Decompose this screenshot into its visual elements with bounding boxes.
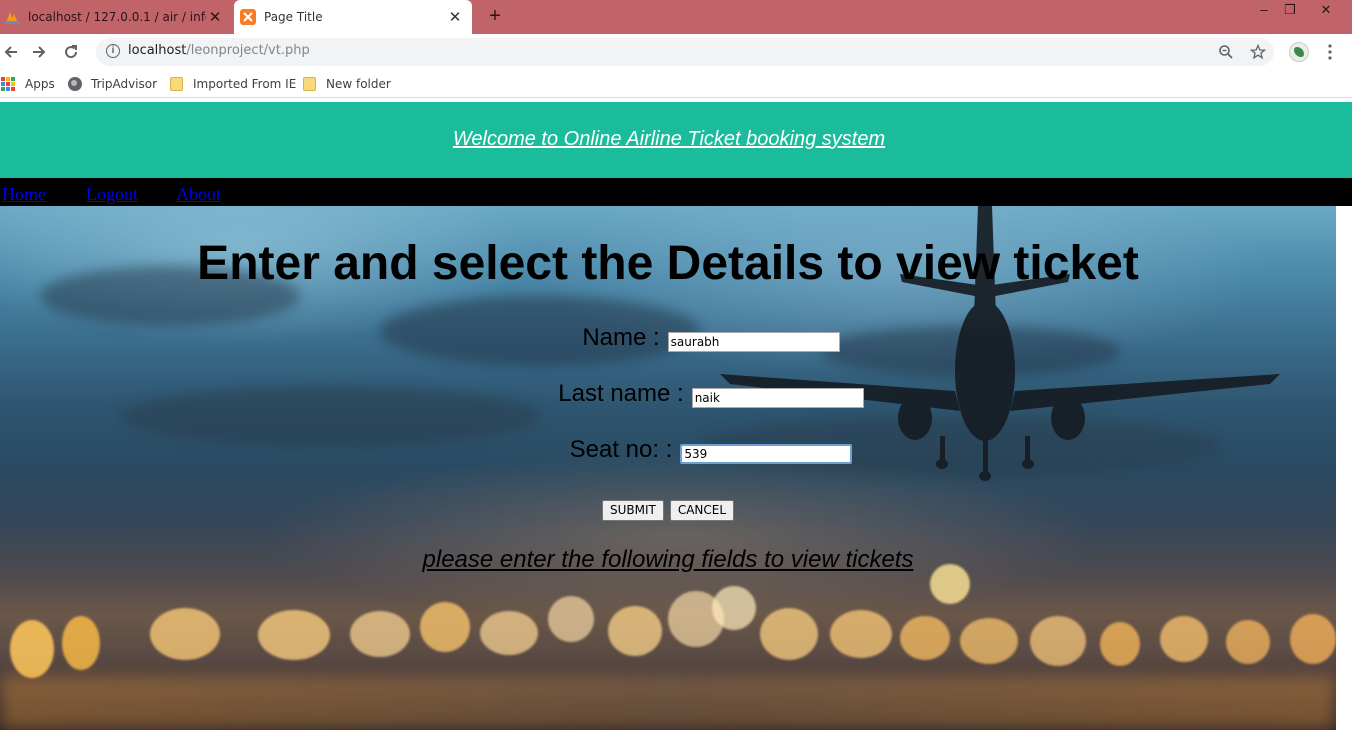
new-tab-button[interactable]: + [484, 5, 506, 27]
xampp-icon [240, 9, 256, 25]
profile-avatar[interactable] [1289, 42, 1309, 62]
folder-icon [303, 77, 316, 91]
submit-button[interactable]: SUBMIT [601, 500, 664, 521]
apps-grid-icon [1, 77, 15, 91]
tab-page-title[interactable]: Page Title ✕ [234, 0, 472, 34]
tab-title: Page Title [264, 10, 323, 24]
nav-link-about[interactable]: About [176, 184, 221, 205]
nav-link-logout[interactable]: Logout [86, 184, 138, 205]
cancel-button[interactable]: CANCEL [669, 500, 735, 521]
browser-toolbar: i localhost/leonproject/vt.php [0, 34, 1352, 70]
phpmyadmin-icon [4, 9, 20, 25]
seat-no-input[interactable] [680, 444, 853, 464]
bookmark-new-folder[interactable]: New folder [303, 75, 391, 93]
scrollbar-gutter [1336, 206, 1352, 730]
tab-close-icon[interactable]: ✕ [446, 8, 464, 26]
ticket-form: Enter and select the Details to view tic… [0, 206, 1336, 730]
site-header: Welcome to Online Airline Ticket booking… [0, 102, 1352, 178]
url-text[interactable]: localhost/leonproject/vt.php [128, 43, 310, 58]
bookmark-label: New folder [326, 77, 391, 91]
tab-phpmyadmin[interactable]: localhost / 127.0.0.1 / air / info | p ✕ [0, 0, 232, 34]
bookmark-apps[interactable]: Apps [1, 75, 55, 93]
form-button-row: SUBMIT CANCEL [0, 500, 1336, 521]
last-name-label: Last name : [558, 380, 684, 407]
bookmark-imported-from-ie[interactable]: Imported From IE [170, 75, 296, 93]
profile-leaf-icon [1294, 47, 1304, 57]
welcome-banner[interactable]: Welcome to Online Airline Ticket booking… [0, 128, 1338, 151]
url-path: /leonproject/vt.php [186, 43, 310, 58]
nav-link-home[interactable]: Home [2, 184, 46, 205]
tab-close-icon[interactable]: ✕ [206, 8, 224, 26]
browser-tab-strip: localhost / 127.0.0.1 / air / info | p ✕… [0, 0, 1352, 34]
name-input[interactable] [667, 332, 840, 352]
forward-arrow-icon[interactable] [28, 41, 50, 63]
bookmark-label: Apps [25, 77, 55, 91]
restore-button[interactable]: ❐ [1276, 0, 1304, 22]
site-nav-bar: Home Logout About [0, 178, 1352, 206]
web-page: Welcome to Online Airline Ticket booking… [0, 102, 1352, 730]
seat-no-label: Seat no: : [569, 436, 673, 463]
tab-title: localhost / 127.0.0.1 / air / info | p [28, 10, 206, 24]
bookmark-tripadvisor[interactable]: TripAdvisor [68, 75, 157, 93]
folder-icon [170, 77, 183, 91]
more-menu-icon[interactable] [1320, 41, 1340, 63]
last-name-input[interactable] [691, 388, 864, 408]
name-field-row: Name : [0, 324, 1336, 352]
bookmark-star-icon[interactable] [1248, 42, 1268, 62]
name-label: Name : [582, 324, 660, 351]
form-instruction: please enter the following fields to vie… [422, 546, 914, 573]
bookmark-label: TripAdvisor [91, 77, 158, 91]
bookmarks-bar: Apps TripAdvisor Imported From IE New fo… [0, 70, 1352, 98]
zoom-icon[interactable] [1216, 42, 1236, 62]
back-arrow-icon[interactable] [0, 41, 22, 63]
bookmark-label: Imported From IE [193, 77, 297, 91]
url-host: localhost [128, 43, 187, 58]
address-bar[interactable]: i localhost/leonproject/vt.php [96, 38, 1274, 66]
globe-icon [68, 77, 82, 91]
reload-icon[interactable] [60, 41, 82, 63]
window-close-button[interactable]: ✕ [1312, 0, 1340, 22]
minimize-button[interactable]: – [1250, 0, 1278, 22]
form-heading: Enter and select the Details to view tic… [197, 237, 1139, 290]
info-icon[interactable]: i [106, 44, 120, 58]
seat-no-field-row: Seat no: : [0, 436, 1336, 464]
last-name-field-row: Last name : [0, 380, 1336, 408]
